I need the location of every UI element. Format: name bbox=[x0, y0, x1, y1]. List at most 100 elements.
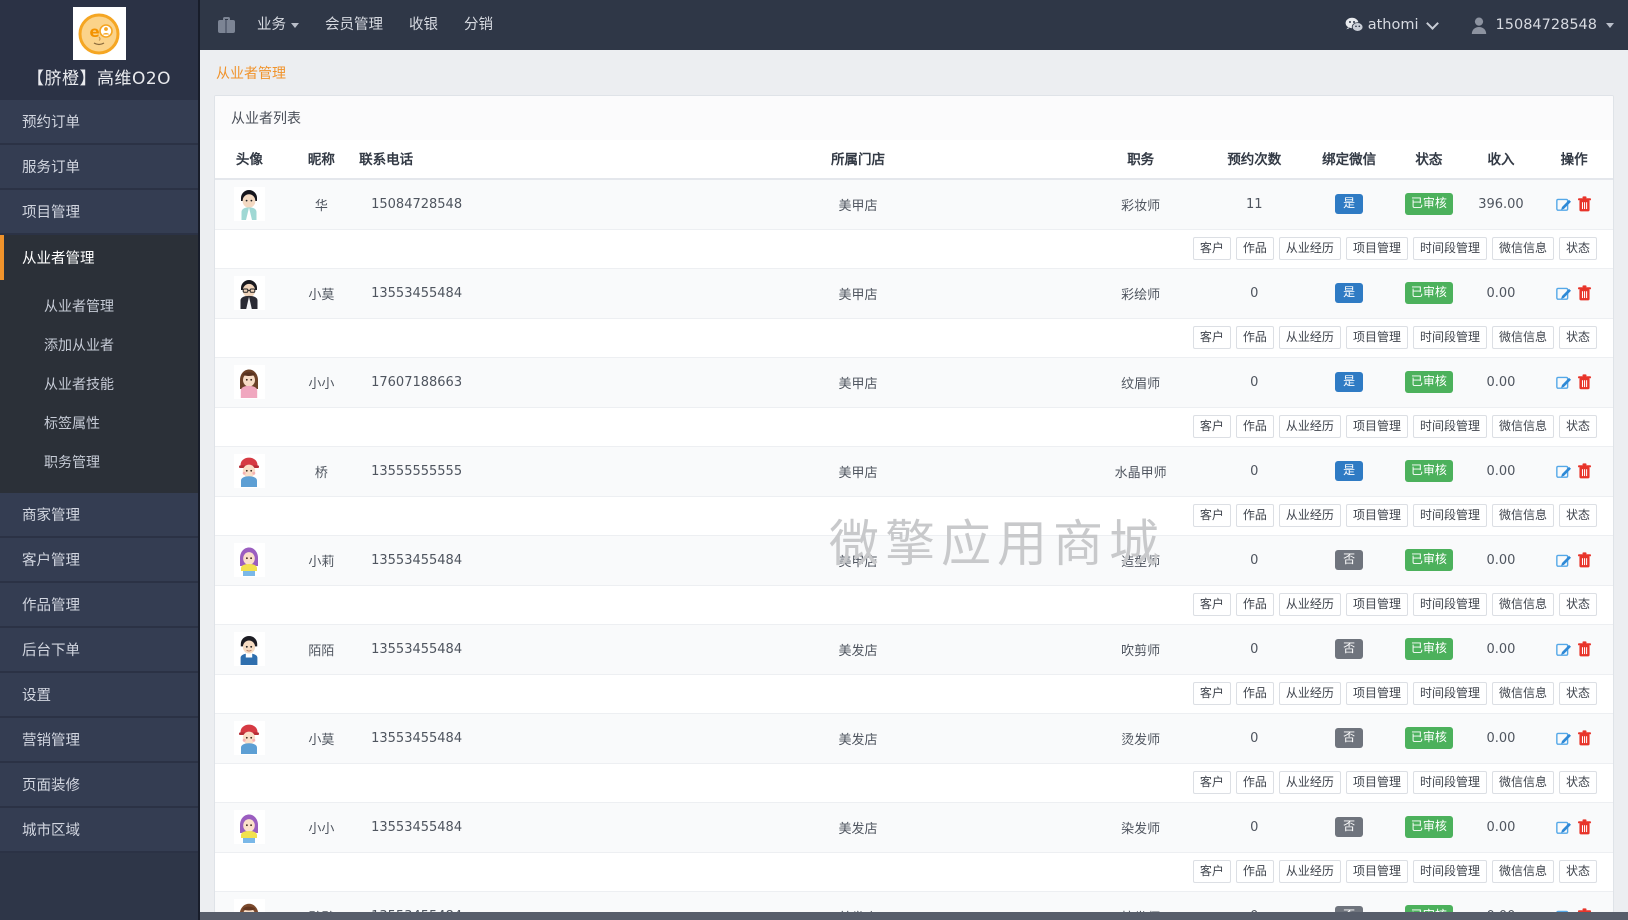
wechat-bound-badge[interactable]: 是 bbox=[1335, 194, 1364, 215]
delete-icon[interactable] bbox=[1577, 552, 1592, 568]
row-action-button[interactable]: 状态 bbox=[1558, 414, 1597, 439]
row-action-button[interactable]: 客户 bbox=[1192, 414, 1231, 439]
row-action-button[interactable]: 从业经历 bbox=[1278, 770, 1341, 795]
status-badge[interactable]: 已审核 bbox=[1404, 193, 1453, 216]
delete-icon[interactable] bbox=[1577, 196, 1592, 212]
sidebar-item-merchant-management[interactable]: 商家管理 bbox=[0, 493, 198, 538]
row-action-button[interactable]: 客户 bbox=[1192, 592, 1231, 617]
row-action-button[interactable]: 微信信息 bbox=[1491, 236, 1554, 261]
row-action-button[interactable]: 项目管理 bbox=[1345, 236, 1408, 261]
row-action-button[interactable]: 从业经历 bbox=[1278, 592, 1341, 617]
row-action-button[interactable]: 状态 bbox=[1558, 770, 1597, 795]
edit-icon[interactable] bbox=[1556, 464, 1572, 479]
wechat-bound-badge[interactable]: 否 bbox=[1335, 549, 1364, 571]
topnav-item-cashier[interactable]: 收银 bbox=[396, 0, 451, 50]
sidebar-item-page-decoration[interactable]: 页面装修 bbox=[0, 763, 198, 808]
row-action-button[interactable]: 客户 bbox=[1192, 859, 1231, 884]
status-badge[interactable]: 已审核 bbox=[1404, 815, 1453, 839]
row-action-button[interactable]: 状态 bbox=[1558, 859, 1597, 884]
row-action-button[interactable]: 从业经历 bbox=[1278, 503, 1341, 528]
row-action-button[interactable]: 状态 bbox=[1558, 681, 1597, 706]
sidebar-subitem-practitioner-skills[interactable]: 从业者技能 bbox=[0, 364, 198, 403]
user-menu[interactable]: 15084728548 bbox=[1471, 17, 1614, 34]
row-action-button[interactable]: 作品 bbox=[1235, 503, 1274, 528]
delete-icon[interactable] bbox=[1577, 819, 1592, 835]
sidebar-item-marketing-management[interactable]: 营销管理 bbox=[0, 718, 198, 763]
edit-icon[interactable] bbox=[1556, 642, 1572, 657]
row-action-button[interactable]: 项目管理 bbox=[1345, 681, 1408, 706]
row-action-button[interactable]: 微信信息 bbox=[1491, 414, 1554, 439]
topnav-item-member-management[interactable]: 会员管理 bbox=[312, 0, 396, 50]
edit-icon[interactable] bbox=[1556, 820, 1572, 835]
row-action-button[interactable]: 项目管理 bbox=[1345, 859, 1408, 884]
delete-icon[interactable] bbox=[1577, 285, 1592, 301]
sidebar-item-appointments[interactable]: 预约订单 bbox=[0, 100, 198, 145]
row-action-button[interactable]: 客户 bbox=[1192, 770, 1231, 795]
status-badge[interactable]: 已审核 bbox=[1404, 548, 1453, 572]
row-action-button[interactable]: 状态 bbox=[1558, 592, 1597, 617]
sidebar-item-practitioner-management[interactable]: 从业者管理 bbox=[0, 235, 198, 280]
sidebar-item-works-management[interactable]: 作品管理 bbox=[0, 583, 198, 628]
row-action-button[interactable]: 微信信息 bbox=[1491, 592, 1554, 617]
wechat-account-dropdown[interactable]: athomi bbox=[1345, 16, 1439, 33]
status-badge[interactable]: 已审核 bbox=[1404, 459, 1453, 483]
sidebar-subitem-add-practitioner[interactable]: 添加从业者 bbox=[0, 325, 198, 364]
row-action-button[interactable]: 状态 bbox=[1558, 325, 1597, 350]
sidebar-subitem-position-management[interactable]: 职务管理 bbox=[0, 442, 198, 481]
topnav-item-business[interactable]: 业务 bbox=[244, 0, 312, 50]
row-action-button[interactable]: 时间段管理 bbox=[1412, 414, 1487, 439]
row-action-button[interactable]: 微信信息 bbox=[1491, 859, 1554, 884]
row-action-button[interactable]: 从业经历 bbox=[1278, 414, 1341, 439]
row-action-button[interactable]: 作品 bbox=[1235, 859, 1274, 884]
row-action-button[interactable]: 客户 bbox=[1192, 681, 1231, 706]
row-action-button[interactable]: 项目管理 bbox=[1345, 325, 1408, 350]
row-action-button[interactable]: 项目管理 bbox=[1345, 592, 1408, 617]
row-action-button[interactable]: 微信信息 bbox=[1491, 770, 1554, 795]
sidebar-item-service-orders[interactable]: 服务订单 bbox=[0, 145, 198, 190]
edit-icon[interactable] bbox=[1556, 197, 1572, 212]
row-action-button[interactable]: 时间段管理 bbox=[1412, 503, 1487, 528]
delete-icon[interactable] bbox=[1577, 463, 1592, 479]
row-action-button[interactable]: 作品 bbox=[1235, 325, 1274, 350]
delete-icon[interactable] bbox=[1577, 641, 1592, 657]
status-badge[interactable]: 已审核 bbox=[1404, 637, 1453, 661]
row-action-button[interactable]: 时间段管理 bbox=[1412, 592, 1487, 617]
sidebar-subitem-practitioner-management[interactable]: 从业者管理 bbox=[0, 286, 198, 325]
delete-icon[interactable] bbox=[1577, 374, 1592, 390]
sidebar-item-customer-management[interactable]: 客户管理 bbox=[0, 538, 198, 583]
breadcrumb-current[interactable]: 从业者管理 bbox=[216, 63, 286, 83]
row-action-button[interactable]: 作品 bbox=[1235, 592, 1274, 617]
row-action-button[interactable]: 项目管理 bbox=[1345, 503, 1408, 528]
row-action-button[interactable]: 从业经历 bbox=[1278, 236, 1341, 261]
row-action-button[interactable]: 时间段管理 bbox=[1412, 770, 1487, 795]
row-action-button[interactable]: 作品 bbox=[1235, 414, 1274, 439]
row-action-button[interactable]: 作品 bbox=[1235, 681, 1274, 706]
wechat-bound-badge[interactable]: 是 bbox=[1335, 282, 1364, 304]
row-action-button[interactable]: 作品 bbox=[1235, 236, 1274, 261]
row-action-button[interactable]: 时间段管理 bbox=[1412, 325, 1487, 350]
row-action-button[interactable]: 状态 bbox=[1558, 236, 1597, 261]
row-action-button[interactable]: 时间段管理 bbox=[1412, 681, 1487, 706]
wechat-bound-badge[interactable]: 是 bbox=[1335, 460, 1364, 482]
delete-icon[interactable] bbox=[1577, 730, 1592, 746]
edit-icon[interactable] bbox=[1556, 553, 1572, 568]
sidebar-item-settings[interactable]: 设置 bbox=[0, 673, 198, 718]
edit-icon[interactable] bbox=[1556, 375, 1572, 390]
sidebar-item-project-management[interactable]: 项目管理 bbox=[0, 190, 198, 235]
row-action-button[interactable]: 从业经历 bbox=[1278, 325, 1341, 350]
row-action-button[interactable]: 客户 bbox=[1192, 236, 1231, 261]
row-action-button[interactable]: 项目管理 bbox=[1345, 770, 1408, 795]
topnav-item-distribution[interactable]: 分销 bbox=[451, 0, 506, 50]
row-action-button[interactable]: 客户 bbox=[1192, 325, 1231, 350]
sidebar-subitem-tag-attributes[interactable]: 标签属性 bbox=[0, 403, 198, 442]
wechat-bound-badge[interactable]: 否 bbox=[1335, 816, 1364, 838]
row-action-button[interactable]: 状态 bbox=[1558, 503, 1597, 528]
row-action-button[interactable]: 作品 bbox=[1235, 770, 1274, 795]
wechat-bound-badge[interactable]: 否 bbox=[1335, 727, 1364, 749]
row-action-button[interactable]: 微信信息 bbox=[1491, 325, 1554, 350]
row-action-button[interactable]: 时间段管理 bbox=[1412, 859, 1487, 884]
edit-icon[interactable] bbox=[1556, 286, 1572, 301]
wechat-bound-badge[interactable]: 否 bbox=[1335, 638, 1364, 660]
row-action-button[interactable]: 客户 bbox=[1192, 503, 1231, 528]
status-badge[interactable]: 已审核 bbox=[1404, 281, 1453, 305]
